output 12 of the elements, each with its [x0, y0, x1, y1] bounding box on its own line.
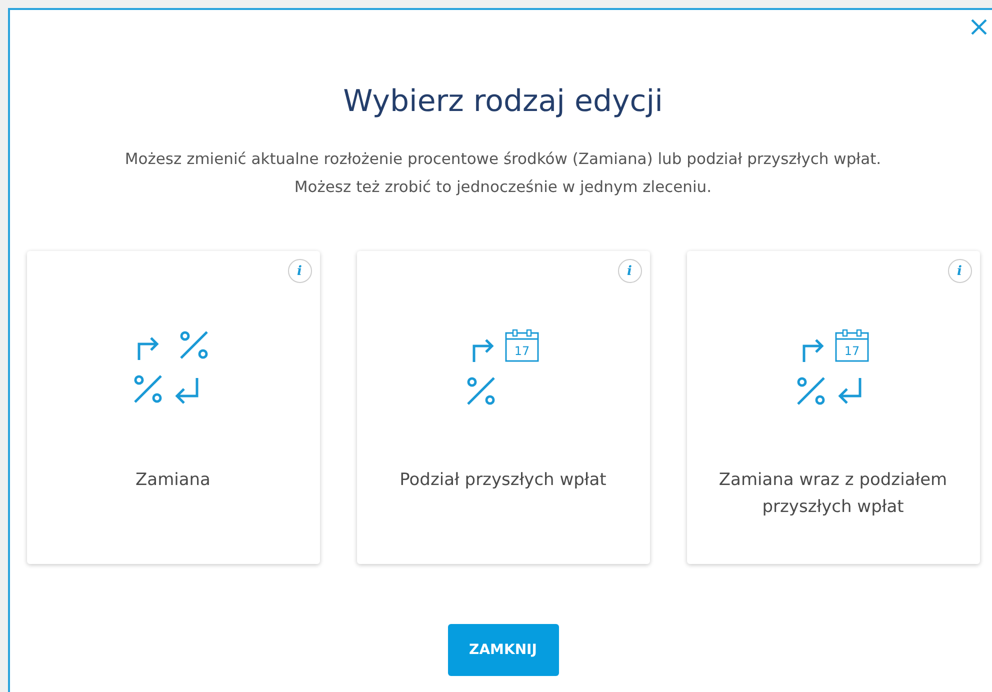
option-label: Zamiana wraz z podziałem przyszłych wpłat	[718, 469, 948, 519]
dialog-description: Możesz zmienić aktualne rozłożenie procentowe środków (Zamiana) lub podział przyszłych wpłat. Możesz też zrobić to jednocześnie w jednym zleceniu.	[124, 149, 882, 198]
option-label: Zamiana	[136, 469, 210, 492]
info-button[interactable]: i	[618, 259, 642, 283]
dialog-title: Wybierz rodzaj edycji	[343, 84, 663, 119]
info-button[interactable]: i	[288, 259, 312, 283]
option-card[interactable]: i 17 Zamiana wraz z podziałem przyszłych wpłat	[686, 251, 980, 564]
close-dialog-button[interactable]: ZAMKNIJ	[448, 624, 558, 676]
option-label: Podział przyszłych wpłat	[400, 469, 606, 492]
info-button[interactable]: i	[948, 259, 972, 283]
option-card[interactable]: i Zamiana	[26, 251, 320, 564]
option-card[interactable]: i 17 Podział przyszłych wpłat	[356, 251, 650, 564]
